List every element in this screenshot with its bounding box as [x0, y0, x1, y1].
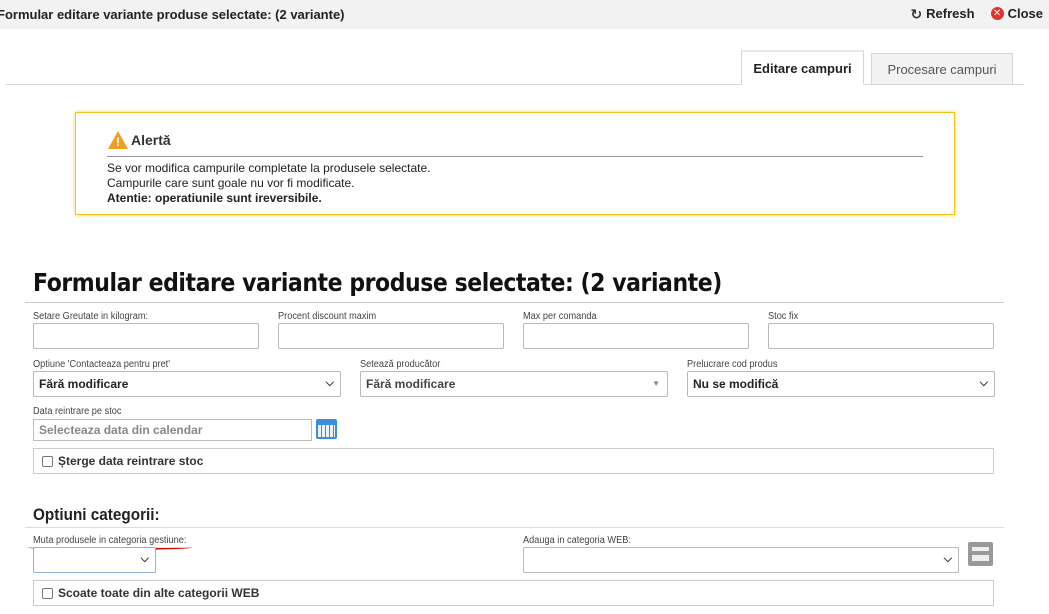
chevron-down-icon: ⌵	[943, 553, 952, 565]
weight-label: Setare Greutate in kilogram:	[33, 311, 149, 322]
categories-divider	[25, 527, 1004, 528]
category-tree-icon[interactable]	[968, 542, 993, 566]
alert-line-3: Atentie: operatiunile sunt ireversibile.	[107, 191, 322, 205]
alert-header: Alertă	[108, 131, 171, 149]
alert-box: Alertă Se vor modifica campurile complet…	[75, 112, 955, 215]
fixed-stock-input[interactable]	[768, 323, 994, 349]
alert-body: Se vor modifica campurile completate la …	[107, 161, 431, 206]
contact-price-value: Fără modificare	[39, 377, 129, 391]
fixed-stock-label: Stoc fix	[768, 311, 799, 322]
close-icon: ✕	[990, 7, 1004, 20]
max-order-label: Max per comanda	[523, 311, 597, 322]
restock-date-placeholder: Selecteaza data din calendar	[39, 423, 203, 437]
restock-date-input[interactable]: Selecteaza data din calendar	[33, 419, 312, 441]
discount-input[interactable]	[278, 323, 504, 349]
discount-label: Procent discount maxim	[278, 311, 377, 322]
alert-line-1: Se vor modifica campurile completate la …	[107, 161, 431, 175]
contact-price-select[interactable]: Fără modificare ⌵	[33, 371, 341, 397]
window-titlebar: Formular editare variante produse select…	[0, 0, 1049, 29]
close-button[interactable]: ✕ Close	[990, 6, 1043, 21]
remove-web-checkbox[interactable]	[42, 587, 53, 599]
alert-line-2: Campurile care sunt goale nu vor fi modi…	[107, 176, 355, 190]
add-web-category-label: Adauga in categoria WEB:	[523, 535, 631, 546]
refresh-button[interactable]: ↻ Refresh	[910, 6, 974, 21]
product-code-select[interactable]: Nu se modifică ⌵	[687, 371, 995, 397]
weight-input[interactable]	[33, 323, 259, 349]
remove-web-label: Scoate toate din alte categorii WEB	[58, 586, 260, 600]
chevron-down-icon: ⌵	[325, 377, 334, 389]
calendar-icon[interactable]	[316, 419, 337, 439]
warning-icon	[108, 131, 128, 149]
categories-title: Optiuni categorii:	[33, 505, 160, 524]
manufacturer-label: Setează producător	[360, 359, 441, 370]
alert-divider	[107, 156, 923, 157]
restock-date-label: Data reintrare pe stoc	[33, 406, 122, 417]
close-label: Close	[1007, 6, 1043, 21]
window-title: Formular editare variante produse select…	[0, 7, 345, 22]
clear-restock-label: Șterge data reintrare stoc	[58, 454, 204, 468]
form-title: Formular editare variante produse select…	[33, 268, 722, 297]
max-order-input[interactable]	[523, 323, 749, 349]
manufacturer-value: Fără modificare	[366, 377, 456, 391]
window-actions: ↻ Refresh ✕ Close	[910, 6, 1043, 21]
contact-price-label: Optiune 'Contacteaza pentru pret'	[33, 359, 171, 370]
clear-restock-row: Șterge data reintrare stoc	[33, 448, 994, 474]
alert-title: Alertă	[131, 132, 171, 148]
move-category-select[interactable]: ⌵	[33, 547, 156, 573]
product-code-label: Prelucrare cod produs	[687, 359, 778, 370]
product-code-value: Nu se modifică	[693, 377, 779, 391]
refresh-icon: ↻	[910, 5, 923, 22]
remove-web-row: Scoate toate din alte categorii WEB	[33, 580, 994, 606]
refresh-label: Refresh	[926, 6, 975, 21]
tab-procesare-campuri[interactable]: Procesare campuri	[871, 53, 1013, 85]
tab-editare-campuri[interactable]: Editare campuri	[741, 50, 864, 85]
chevron-down-icon: ⌵	[140, 553, 149, 565]
manufacturer-select[interactable]: Fără modificare ▼	[360, 371, 668, 397]
triangle-down-icon: ▼	[652, 379, 660, 388]
form-divider	[25, 302, 1004, 303]
chevron-down-icon: ⌵	[979, 377, 988, 389]
add-web-category-select[interactable]: ⌵	[523, 547, 959, 573]
clear-restock-checkbox[interactable]	[42, 455, 53, 467]
